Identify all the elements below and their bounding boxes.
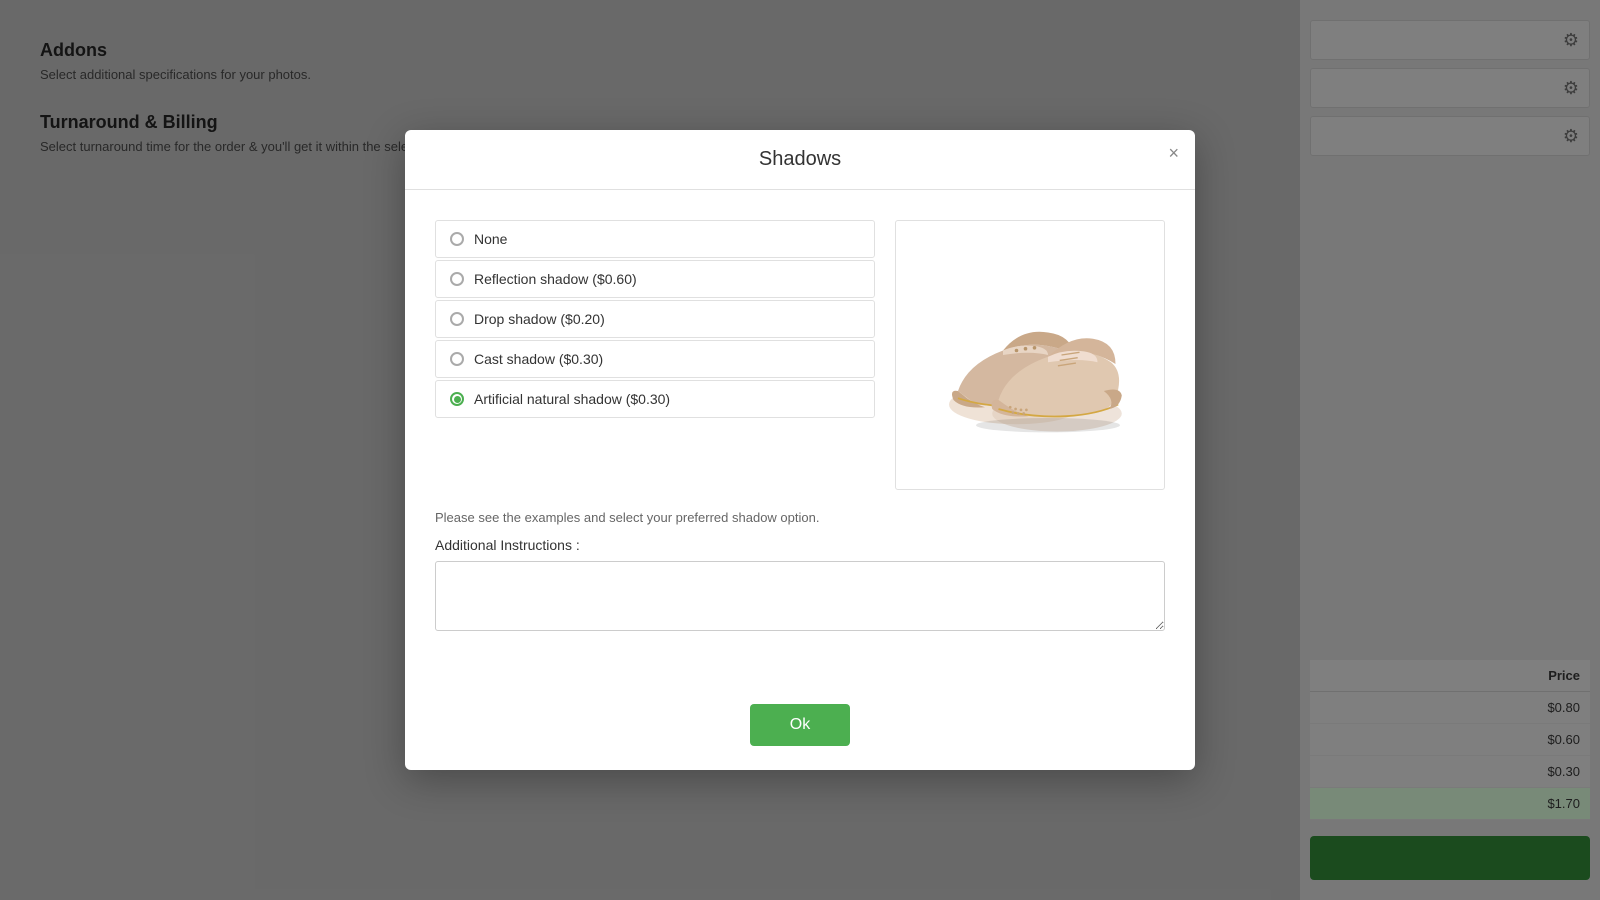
- shadows-modal: Shadows × None Reflection shadow ($0.60): [405, 130, 1195, 770]
- option-drop-label: Drop shadow ($0.20): [474, 311, 605, 327]
- option-none[interactable]: None: [435, 220, 875, 258]
- close-button[interactable]: ×: [1168, 144, 1179, 162]
- additional-instructions[interactable]: [435, 561, 1165, 631]
- option-cast-label: Cast shadow ($0.30): [474, 351, 603, 367]
- radio-cast: [450, 352, 464, 366]
- shadow-options: None Reflection shadow ($0.60) Drop shad…: [435, 220, 875, 490]
- modal-header: Shadows ×: [405, 130, 1195, 190]
- option-cast[interactable]: Cast shadow ($0.30): [435, 340, 875, 378]
- radio-none: [450, 232, 464, 246]
- option-reflection-label: Reflection shadow ($0.60): [474, 271, 637, 287]
- modal-overlay: Shadows × None Reflection shadow ($0.60): [0, 0, 1600, 900]
- ok-button[interactable]: Ok: [750, 704, 850, 746]
- radio-artificial: [450, 392, 464, 406]
- option-reflection[interactable]: Reflection shadow ($0.60): [435, 260, 875, 298]
- modal-footer: Ok: [405, 688, 1195, 770]
- radio-drop: [450, 312, 464, 326]
- radio-reflection: [450, 272, 464, 286]
- additional-label: Additional Instructions :: [435, 537, 1165, 553]
- content-row: None Reflection shadow ($0.60) Drop shad…: [435, 220, 1165, 490]
- modal-body: None Reflection shadow ($0.60) Drop shad…: [405, 190, 1195, 688]
- shoe-illustration: [930, 265, 1130, 445]
- shadow-preview: [895, 220, 1165, 490]
- option-none-label: None: [474, 231, 507, 247]
- option-artificial[interactable]: Artificial natural shadow ($0.30): [435, 380, 875, 418]
- helper-text: Please see the examples and select your …: [435, 510, 1165, 525]
- option-artificial-label: Artificial natural shadow ($0.30): [474, 391, 670, 407]
- modal-title: Shadows: [759, 148, 841, 171]
- option-drop[interactable]: Drop shadow ($0.20): [435, 300, 875, 338]
